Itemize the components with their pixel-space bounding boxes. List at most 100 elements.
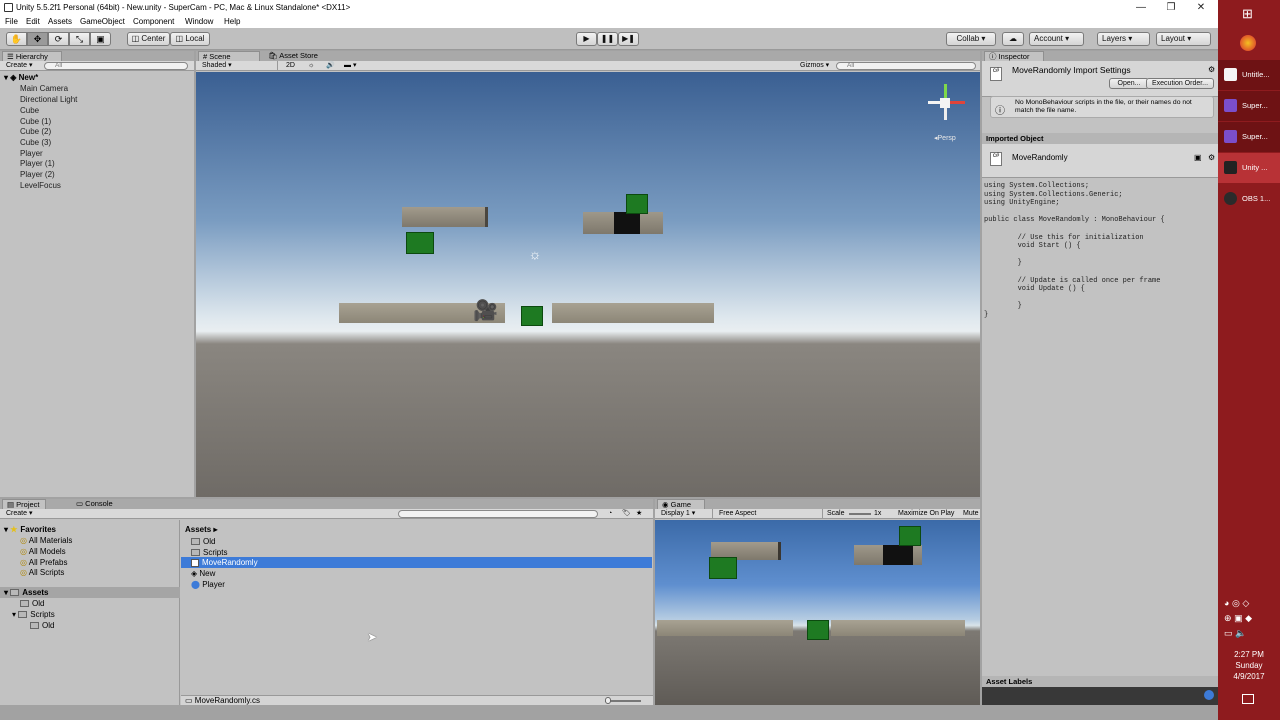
game-viewport[interactable]: [655, 520, 980, 705]
clock[interactable]: 2:27 PM Sunday 4/9/2017: [1218, 649, 1280, 682]
hierarchy-item[interactable]: LevelFocus: [20, 181, 61, 190]
move-tool-icon[interactable]: ✥: [27, 32, 48, 46]
tree-folder[interactable]: ▾ Scripts: [12, 610, 55, 619]
scene-root[interactable]: ▾ ◈ New*: [4, 73, 38, 82]
rect-tool-icon[interactable]: ▣: [90, 32, 111, 46]
restore-button[interactable]: ❐: [1157, 0, 1185, 16]
player-cube[interactable]: [406, 232, 434, 254]
display-dropdown[interactable]: Display 1 ▾: [661, 509, 713, 519]
volume-icon[interactable]: 🔈: [1235, 628, 1246, 638]
taskbar-app[interactable]: Super...: [1218, 122, 1280, 152]
tab-console[interactable]: ▭ Console: [72, 499, 118, 509]
favorites-item[interactable]: ◎ All Scripts: [20, 568, 64, 577]
tab-inspector[interactable]: ⓘ Inspector: [984, 51, 1044, 61]
asset-item[interactable]: ⬤ Player: [191, 580, 225, 589]
favorites-item[interactable]: ◎ All Models: [20, 547, 66, 556]
tab-scene[interactable]: # Scene: [198, 51, 260, 61]
scene-gizmo-icon[interactable]: [926, 78, 966, 128]
minimize-button[interactable]: —: [1127, 0, 1155, 16]
pivot-local-button[interactable]: ◫ Local: [170, 32, 210, 46]
taskbar-app[interactable]: Super...: [1218, 91, 1280, 121]
network-icon[interactable]: ⊕: [1224, 613, 1232, 623]
pause-button[interactable]: ❚❚: [597, 32, 618, 46]
icon-size-slider-thumb[interactable]: [605, 697, 611, 704]
account-dropdown[interactable]: Account ▾: [1029, 32, 1084, 46]
tab-hierarchy[interactable]: ☰ Hierarchy: [2, 51, 62, 61]
chrome-icon[interactable]: ◕: [1224, 598, 1229, 608]
scene-viewport[interactable]: ☼ 🎥 ◂Persp: [196, 72, 980, 497]
taskbar-app[interactable]: Unity ...: [1218, 153, 1280, 183]
hierarchy-item[interactable]: Main Camera: [20, 84, 68, 93]
tab-game[interactable]: ◉ Game: [657, 499, 705, 509]
projection-label[interactable]: ◂Persp: [934, 134, 956, 142]
hierarchy-item[interactable]: Player (2): [20, 170, 55, 179]
inspector-settings-icon[interactable]: ⚙: [1208, 65, 1215, 74]
step-button[interactable]: ▶❚: [618, 32, 639, 46]
project-search-input[interactable]: [398, 510, 598, 518]
hierarchy-item[interactable]: Cube: [20, 106, 39, 115]
hierarchy-item[interactable]: Cube (2): [20, 127, 51, 136]
project-create-button[interactable]: Create ▾: [6, 509, 32, 519]
camera-icon[interactable]: 🎥: [473, 299, 505, 323]
menu-help[interactable]: Help: [224, 16, 240, 28]
scale-tool-icon[interactable]: ⤡: [69, 32, 90, 46]
taskbar-app[interactable]: OBS 1...: [1218, 184, 1280, 214]
layout-dropdown[interactable]: Layout ▾: [1156, 32, 1211, 46]
player-cube[interactable]: [626, 194, 648, 214]
menu-assets[interactable]: Assets: [48, 16, 72, 28]
hierarchy-item[interactable]: Cube (1): [20, 117, 51, 126]
favorites-item[interactable]: ◎ All Prefabs: [20, 558, 67, 567]
favorites-item[interactable]: ◎ All Materials: [20, 536, 72, 545]
pivot-center-button[interactable]: ◫ Center: [127, 32, 170, 46]
layers-dropdown[interactable]: Layers ▾: [1097, 32, 1150, 46]
help-icon[interactable]: ▣: [1194, 153, 1202, 162]
gizmos-dropdown[interactable]: Gizmos ▾: [800, 61, 829, 71]
steam-tray-icon[interactable]: ◆: [1245, 613, 1252, 623]
platform-cube[interactable]: [402, 207, 488, 227]
filter-type-icon[interactable]: ◔: [608, 509, 612, 519]
firefox-icon[interactable]: [1240, 35, 1256, 51]
filter-label-icon[interactable]: 🏷: [622, 509, 631, 519]
effects-icon[interactable]: ▬ ▾: [344, 61, 356, 71]
hierarchy-item[interactable]: Player: [20, 149, 43, 158]
display-icon[interactable]: ▭: [1224, 628, 1233, 638]
execution-order-button[interactable]: Execution Order...: [1146, 78, 1214, 89]
favorites-header[interactable]: ▾ ★ Favorites: [4, 525, 56, 534]
tab-asset-store[interactable]: 🛍 Asset Store: [264, 51, 330, 61]
shading-dropdown[interactable]: Shaded ▾: [202, 61, 278, 71]
label-tag-icon[interactable]: [1204, 690, 1214, 700]
open-button[interactable]: Open...: [1109, 78, 1149, 89]
floor-cube[interactable]: [552, 303, 714, 323]
toggle-2d-button[interactable]: 2D: [286, 61, 295, 71]
assets-root[interactable]: ▾ Assets: [0, 587, 180, 598]
hierarchy-search-input[interactable]: All: [44, 62, 188, 70]
hierarchy-item[interactable]: Cube (3): [20, 138, 51, 147]
menu-gameobject[interactable]: GameObject: [80, 16, 125, 28]
play-button[interactable]: ▶: [576, 32, 597, 46]
tree-folder[interactable]: Old: [20, 599, 44, 608]
close-button[interactable]: ✕: [1187, 0, 1215, 16]
hierarchy-item[interactable]: Player (1): [20, 159, 55, 168]
tree-folder[interactable]: Old: [30, 621, 54, 630]
menu-edit[interactable]: Edit: [26, 16, 40, 28]
hierarchy-create-button[interactable]: Create ▾: [6, 61, 32, 71]
cloud-icon[interactable]: ☁: [1002, 32, 1024, 46]
tray-app-icon[interactable]: ▣: [1234, 613, 1243, 623]
menu-window[interactable]: Window: [185, 16, 213, 28]
taskbar-app[interactable]: Untitle...: [1218, 60, 1280, 90]
scale-slider[interactable]: [849, 513, 871, 515]
favorite-icon[interactable]: ★: [636, 509, 642, 519]
windows-start-icon[interactable]: ⊞: [1242, 6, 1256, 21]
maximize-on-play-button[interactable]: Maximize On Play: [898, 509, 954, 519]
tab-project[interactable]: ▤ Project: [2, 499, 46, 509]
asset-item[interactable]: Old: [191, 537, 215, 546]
menu-component[interactable]: Component: [133, 16, 174, 28]
steam-icon[interactable]: ◎: [1232, 598, 1240, 608]
notifications-icon[interactable]: [1242, 694, 1254, 704]
asset-item[interactable]: Scripts: [191, 548, 227, 557]
player-cube[interactable]: [521, 306, 543, 326]
lighting-icon[interactable]: ☼: [308, 61, 314, 71]
asset-item[interactable]: ◈ New: [191, 569, 215, 578]
directional-light-icon[interactable]: ☼: [528, 247, 542, 261]
hand-tool-icon[interactable]: ✋: [6, 32, 27, 46]
